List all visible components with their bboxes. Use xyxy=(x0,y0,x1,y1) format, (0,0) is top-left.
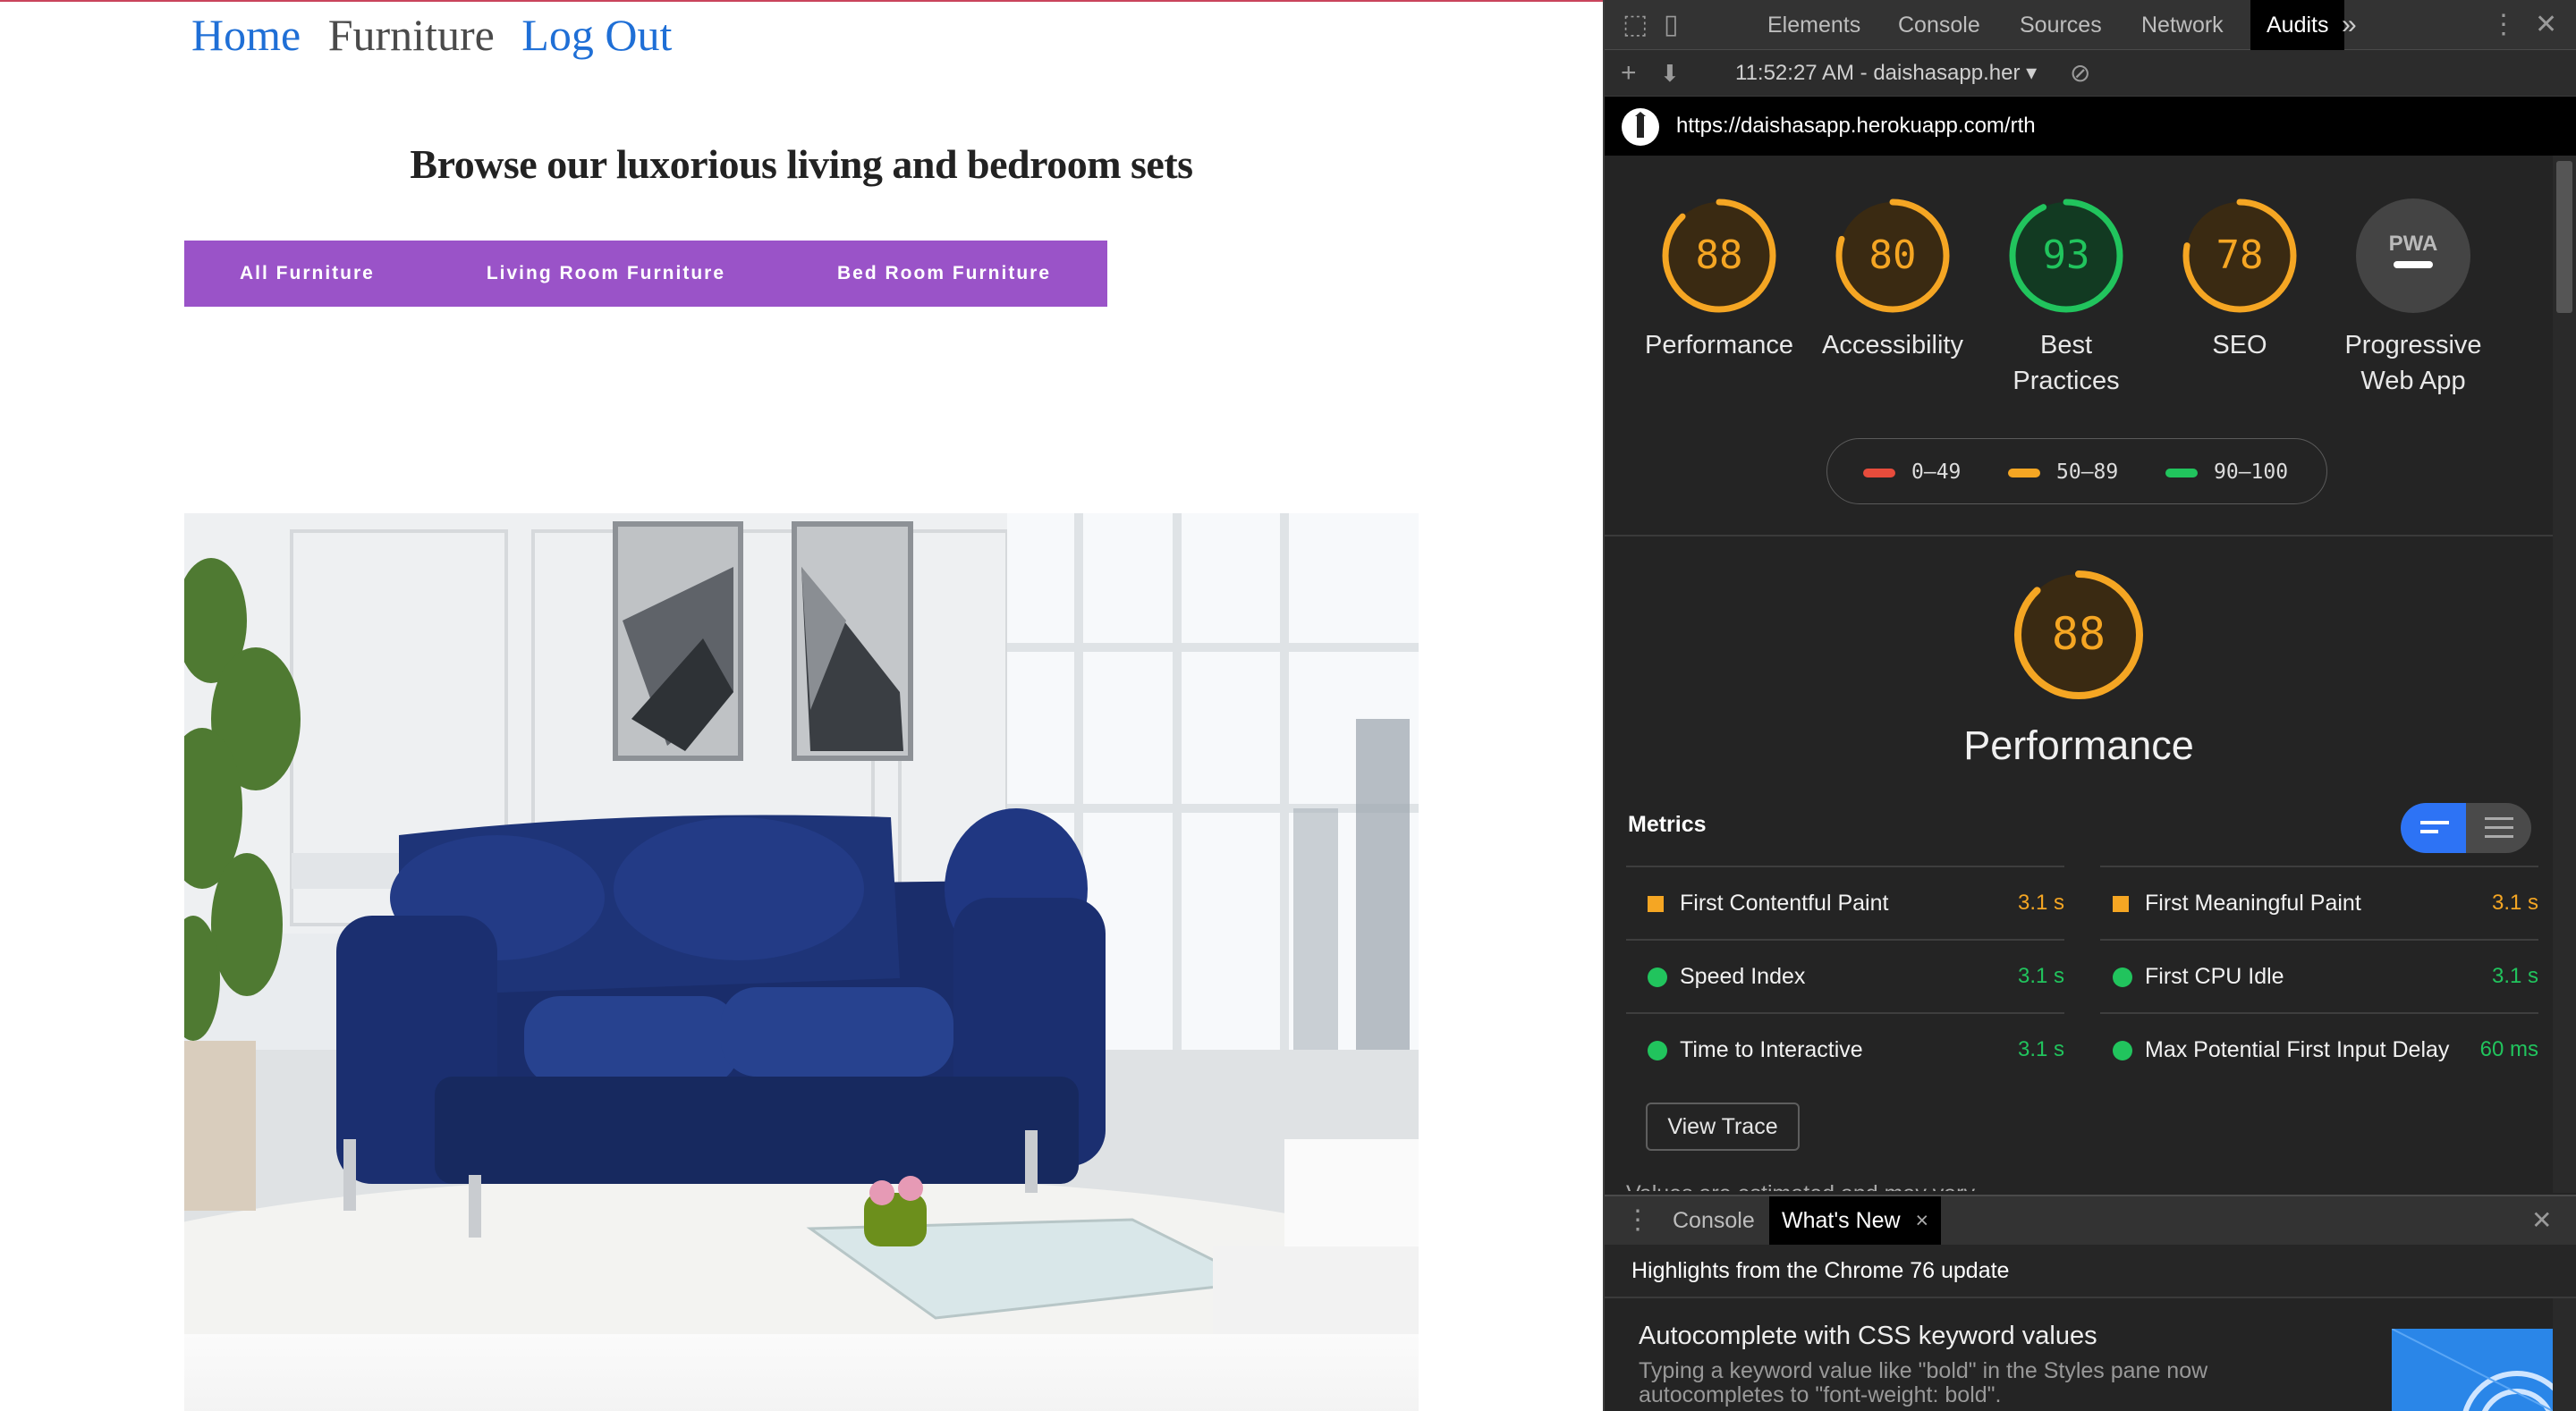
report-url: https://daishasapp.herokuapp.com/rth xyxy=(1676,114,2036,138)
gauge-label: Performance xyxy=(1644,331,1793,359)
drawer-tab-console[interactable]: Console xyxy=(1660,1196,1767,1245)
performance-title: Performance xyxy=(1963,722,2194,768)
compact-view-icon[interactable] xyxy=(2420,817,2449,839)
gauge-label: SEO xyxy=(2212,331,2267,359)
gauge-label: Accessibility xyxy=(1822,331,1963,359)
tab-sources[interactable]: Sources xyxy=(2004,0,2118,50)
sofa-illustration xyxy=(184,513,1419,1334)
tab-audits[interactable]: Audits xyxy=(2250,0,2345,50)
average-square-icon xyxy=(1648,896,1664,912)
download-report-icon[interactable]: ⬇ xyxy=(1660,50,1680,97)
metric-speed-index: Speed Index 3.1 s xyxy=(1626,939,2064,1012)
report-selector[interactable]: 11:52:27 AM - daishasapp.her ▾ xyxy=(1735,50,2037,97)
inspect-element-icon[interactable]: ⬚ xyxy=(1623,0,1648,50)
device-toolbar-icon[interactable]: ▯ xyxy=(1664,0,1679,50)
average-square-icon xyxy=(2113,896,2129,912)
kebab-menu-icon[interactable]: ⋮ xyxy=(2490,0,2517,50)
drawer-menu-icon[interactable]: ⋮ xyxy=(1624,1196,1651,1245)
gauge-best-practices[interactable]: 93 Best Practices xyxy=(1986,197,2147,399)
pass-dot-icon xyxy=(2113,1041,2132,1060)
new-audit-icon[interactable]: + xyxy=(1621,50,1637,97)
close-icon[interactable]: ✕ xyxy=(2535,0,2557,50)
gauge-score: 88 xyxy=(1696,232,1743,278)
section-divider xyxy=(1605,535,2553,537)
category-bed-room[interactable]: Bed Room Furniture xyxy=(837,263,1051,284)
performance-gauge-large: 88 xyxy=(2014,570,2143,699)
tab-elements[interactable]: Elements xyxy=(1751,0,1877,50)
top-nav: Home Furniture Log Out xyxy=(191,9,688,61)
photo-shadow xyxy=(184,1334,1419,1411)
clear-icon[interactable]: ⊘ xyxy=(2070,50,2090,97)
gauge-performance[interactable]: 88 Performance xyxy=(1639,197,1800,363)
metric-first-cpu-idle: First CPU Idle 3.1 s xyxy=(2100,939,2538,1012)
drawer-tab-bar: ⋮ Console What's New × ✕ xyxy=(1605,1195,2576,1245)
pass-dot-icon xyxy=(2113,967,2132,987)
drawer-scrollbar[interactable] xyxy=(2553,1298,2576,1411)
gauge-score: 78 xyxy=(2216,232,2264,278)
gauge-label: Progressive Web App xyxy=(2344,331,2482,395)
gauge-score: 80 xyxy=(1869,232,1917,278)
view-trace-button[interactable]: View Trace xyxy=(1646,1103,1800,1151)
metrics-heading: Metrics xyxy=(1628,812,1707,837)
tab-console[interactable]: Console xyxy=(1882,0,1996,50)
score-legend: 0–49 50–89 90–100 xyxy=(1826,438,2327,504)
legend-average: 50–89 xyxy=(2008,439,2118,505)
whats-new-header: Highlights from the Chrome 76 update xyxy=(1605,1245,2576,1298)
metric-max-potential-fid: Max Potential First Input Delay 60 ms xyxy=(2100,1012,2538,1086)
gauge-score: 93 xyxy=(2043,232,2090,278)
devtools-tab-bar: ⬚ ▯ Elements Console Sources Network Aud… xyxy=(1605,0,2576,50)
gauge-seo[interactable]: 78 SEO xyxy=(2159,197,2320,363)
tab-network[interactable]: Network xyxy=(2125,0,2240,50)
performance-score: 88 xyxy=(2052,608,2106,660)
whats-new-item-description: Typing a keyword value like "bold" in th… xyxy=(1639,1358,2208,1407)
nav-logout-link[interactable]: Log Out xyxy=(521,10,672,60)
legend-fail: 0–49 xyxy=(1863,439,1961,505)
gauge-pwa[interactable]: PWA Progressive Web App xyxy=(2333,197,2494,399)
category-all-furniture[interactable]: All Furniture xyxy=(240,263,375,284)
metrics-view-toggle[interactable] xyxy=(2401,803,2531,853)
metric-time-to-interactive: Time to Interactive 3.1 s xyxy=(1626,1012,2064,1086)
metric-first-meaningful-paint: First Meaningful Paint 3.1 s xyxy=(2100,866,2538,939)
metric-first-contentful-paint: First Contentful Paint 3.1 s xyxy=(1626,866,2064,939)
navy-sofa xyxy=(336,808,1106,1238)
pass-dot-icon xyxy=(1648,967,1667,987)
estimate-note: Values are estimated and may vary. xyxy=(1626,1179,1979,1191)
devtools-panel: ⬚ ▯ Elements Console Sources Network Aud… xyxy=(1603,0,2576,1411)
whats-new-item-title[interactable]: Autocomplete with CSS keyword values xyxy=(1639,1322,2097,1351)
nav-furniture-link[interactable]: Furniture xyxy=(328,10,495,60)
gauge-accessibility[interactable]: 80 Accessibility xyxy=(1812,197,1973,363)
gauge-label: Best Practices xyxy=(2012,331,2120,395)
pass-dot-icon xyxy=(1648,1041,1667,1060)
website-viewport: Home Furniture Log Out Browse our luxori… xyxy=(0,0,1603,1411)
category-living-room[interactable]: Living Room Furniture xyxy=(487,263,725,284)
report-scrollbar[interactable] xyxy=(2553,156,2576,1193)
sofa-photo xyxy=(184,513,1419,1334)
expanded-view-icon[interactable] xyxy=(2485,815,2513,841)
drawer-tab-whats-new[interactable]: What's New × xyxy=(1769,1196,1942,1245)
category-bar: All Furniture Living Room Furniture Bed … xyxy=(184,241,1107,307)
pwa-badge-text: PWA xyxy=(2389,232,2438,256)
close-drawer-icon[interactable]: ✕ xyxy=(2531,1196,2552,1245)
nav-home-link[interactable]: Home xyxy=(191,10,301,60)
lighthouse-icon xyxy=(1622,108,1659,146)
whats-new-thumbnail[interactable] xyxy=(2392,1329,2553,1411)
audits-toolbar: + ⬇ 11:52:27 AM - daishasapp.her ▾ ⊘ xyxy=(1605,50,2576,97)
legend-pass: 90–100 xyxy=(2165,439,2288,505)
more-tabs-icon[interactable]: » xyxy=(2342,0,2357,50)
page-heading: Browse our luxorious living and bedroom … xyxy=(410,141,1193,187)
report-url-bar: https://daishasapp.herokuapp.com/rth xyxy=(1605,97,2576,156)
close-tab-icon[interactable]: × xyxy=(1916,1208,1929,1233)
